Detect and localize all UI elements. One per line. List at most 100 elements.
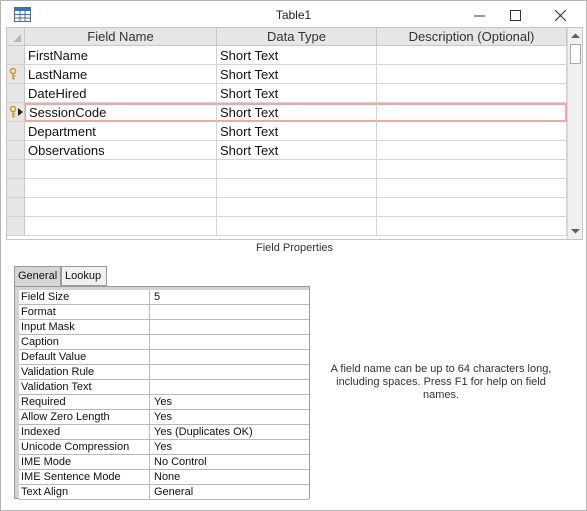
table-row[interactable]: LastName Short Text (7, 65, 567, 84)
column-header-field-name[interactable]: Field Name (25, 28, 217, 46)
description-cell[interactable] (377, 84, 567, 103)
field-name-cell[interactable]: Observations (25, 141, 217, 160)
property-value[interactable]: None (150, 470, 309, 485)
minimize-button[interactable] (461, 1, 497, 29)
property-row[interactable]: Default Value (19, 350, 309, 365)
data-type-cell[interactable] (217, 160, 377, 179)
table-row[interactable]: SessionCode Short Text (7, 103, 567, 122)
row-selector[interactable] (7, 198, 25, 217)
property-name: Required (19, 395, 150, 410)
description-cell[interactable] (377, 103, 567, 122)
table-row[interactable] (7, 198, 567, 217)
property-value[interactable]: No Control (150, 455, 309, 470)
property-name: Allow Zero Length (19, 410, 150, 425)
property-value[interactable]: Yes (Duplicates OK) (150, 425, 309, 440)
property-row[interactable]: Indexed Yes (Duplicates OK) (19, 425, 309, 440)
data-type-cell[interactable]: Short Text (217, 141, 377, 160)
data-type-cell[interactable]: Short Text (217, 84, 377, 103)
field-name-cell[interactable]: SessionCode (25, 103, 217, 122)
current-row-arrow-icon (18, 108, 23, 116)
field-name-cell[interactable] (25, 179, 217, 198)
property-value[interactable] (150, 380, 309, 395)
property-row[interactable]: Allow Zero Length Yes (19, 410, 309, 425)
field-name-cell[interactable] (25, 217, 217, 236)
data-type-cell[interactable] (217, 198, 377, 217)
property-row[interactable]: Format (19, 305, 309, 320)
row-selector[interactable] (7, 65, 25, 84)
row-selector[interactable] (7, 179, 25, 198)
property-name: IME Sentence Mode (19, 470, 150, 485)
select-all-corner[interactable] (7, 28, 25, 46)
field-name-cell[interactable] (25, 160, 217, 179)
property-value[interactable] (150, 335, 309, 350)
field-name-cell[interactable]: LastName (25, 65, 217, 84)
property-value[interactable]: 5 (150, 290, 309, 305)
field-name-cell[interactable]: DateHired (25, 84, 217, 103)
property-row[interactable]: Caption (19, 335, 309, 350)
description-cell[interactable] (377, 122, 567, 141)
description-cell[interactable] (377, 141, 567, 160)
property-value[interactable] (150, 320, 309, 335)
scroll-thumb[interactable] (570, 44, 581, 64)
row-selector[interactable] (7, 141, 25, 160)
column-header-description[interactable]: Description (Optional) (377, 28, 567, 46)
property-row[interactable]: IME Sentence Mode None (19, 470, 309, 485)
description-cell[interactable] (377, 217, 567, 236)
description-cell[interactable] (377, 46, 567, 65)
table-row[interactable]: FirstName Short Text (7, 46, 567, 65)
scroll-up-button[interactable] (568, 28, 582, 43)
property-row[interactable]: Required Yes (19, 395, 309, 410)
description-cell[interactable] (377, 65, 567, 84)
property-row[interactable]: Field Size 5 (19, 290, 309, 305)
property-value[interactable]: Yes (150, 395, 309, 410)
row-selector[interactable] (7, 122, 25, 141)
property-row[interactable]: Input Mask (19, 320, 309, 335)
data-type-cell[interactable] (217, 179, 377, 198)
property-row[interactable]: Validation Rule (19, 365, 309, 380)
tab-lookup[interactable]: Lookup (61, 266, 107, 286)
property-name: Text Align (19, 485, 150, 500)
data-type-cell[interactable]: Short Text (217, 122, 377, 141)
table-row[interactable] (7, 217, 567, 236)
tab-general[interactable]: General (14, 266, 61, 287)
property-row[interactable]: Text Align General (19, 485, 309, 500)
property-value[interactable]: Yes (150, 410, 309, 425)
table-row[interactable] (7, 160, 567, 179)
property-value[interactable]: General (150, 485, 309, 500)
data-type-cell[interactable]: Short Text (217, 65, 377, 84)
maximize-icon (509, 9, 521, 21)
property-value[interactable] (150, 365, 309, 380)
row-selector[interactable] (7, 160, 25, 179)
scroll-down-icon (571, 228, 580, 233)
field-name-cell[interactable] (25, 198, 217, 217)
data-type-cell[interactable]: Short Text (217, 103, 377, 122)
row-selector[interactable] (7, 46, 25, 65)
property-row[interactable]: IME Mode No Control (19, 455, 309, 470)
maximize-button[interactable] (497, 1, 533, 29)
vertical-scrollbar[interactable] (567, 28, 582, 239)
description-cell[interactable] (377, 198, 567, 217)
title-bar[interactable]: Table1 (1, 1, 586, 29)
property-value[interactable] (150, 305, 309, 320)
property-row[interactable]: Unicode Compression Yes (19, 440, 309, 455)
data-type-cell[interactable]: Short Text (217, 46, 377, 65)
close-button[interactable] (542, 1, 578, 29)
description-cell[interactable] (377, 179, 567, 198)
data-type-cell[interactable] (217, 217, 377, 236)
property-name: Indexed (19, 425, 150, 440)
property-value[interactable] (150, 350, 309, 365)
field-name-cell[interactable]: Department (25, 122, 217, 141)
table-row[interactable] (7, 179, 567, 198)
property-row[interactable]: Validation Text (19, 380, 309, 395)
table-row[interactable]: Observations Short Text (7, 141, 567, 160)
row-selector[interactable] (7, 84, 25, 103)
table-row[interactable]: Department Short Text (7, 122, 567, 141)
description-cell[interactable] (377, 160, 567, 179)
field-name-cell[interactable]: FirstName (25, 46, 217, 65)
row-selector[interactable] (7, 103, 25, 122)
property-value[interactable]: Yes (150, 440, 309, 455)
row-selector[interactable] (7, 217, 25, 236)
column-header-data-type[interactable]: Data Type (217, 28, 377, 46)
scroll-down-button[interactable] (568, 223, 582, 238)
table-row[interactable]: DateHired Short Text (7, 84, 567, 103)
